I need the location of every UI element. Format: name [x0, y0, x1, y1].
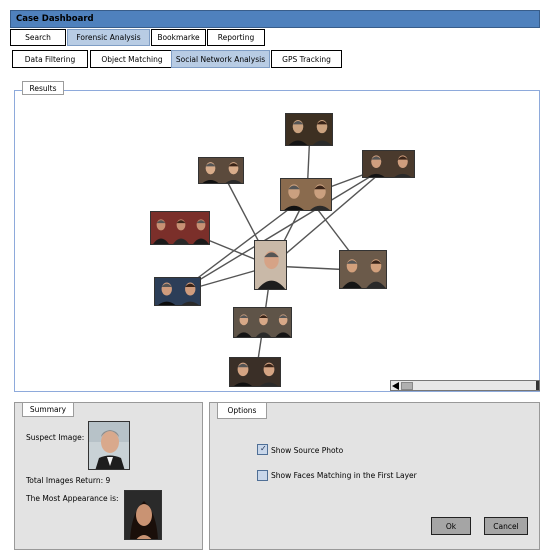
graph-node-photo[interactable]: [198, 157, 244, 184]
graph-node-photo[interactable]: [233, 307, 292, 338]
suspect-image-label: Suspect Image:: [26, 433, 85, 442]
window-title: Case Dashboard: [16, 14, 94, 24]
tab-social-network-analysis[interactable]: Social Network Analysis: [171, 50, 270, 68]
tab-search[interactable]: Search: [10, 29, 66, 46]
graph-node-photo[interactable]: [229, 357, 281, 387]
graph-node-photo[interactable]: [280, 178, 332, 211]
tab-forensic-analysis[interactable]: Forensic Analysis: [67, 29, 150, 46]
summary-label: Summary: [22, 402, 74, 417]
graph-node-photo[interactable]: [154, 277, 201, 306]
tab-bookmarke[interactable]: Bookmarke: [151, 29, 206, 46]
show-source-photo-label: Show Source Photo: [271, 446, 344, 455]
graph-node-photo[interactable]: [362, 150, 415, 178]
graph-node-photo[interactable]: [339, 250, 387, 289]
tab-object-matching[interactable]: Object Matching: [90, 50, 174, 68]
tab-data-filtering[interactable]: Data Filtering: [12, 50, 88, 68]
options-label: Options: [217, 402, 267, 419]
show-faces-matching-label: Show Faces Matching in the First Layer: [271, 471, 417, 480]
cancel-button[interactable]: Cancel: [484, 517, 528, 535]
show-faces-matching-checkbox[interactable]: [257, 470, 268, 481]
title-bar: Case Dashboard: [10, 10, 540, 28]
horizontal-scrollbar[interactable]: [390, 380, 540, 391]
graph-node-suspect-photo[interactable]: [254, 240, 287, 290]
most-appearance-label: The Most Appearance is:: [26, 494, 119, 503]
results-label: Results: [22, 81, 64, 95]
tab-reporting[interactable]: Reporting: [207, 29, 265, 46]
graph-node-photo[interactable]: [285, 113, 333, 146]
most-appearance-photo: [124, 490, 162, 540]
show-source-photo-checkbox[interactable]: ✓: [257, 444, 268, 455]
graph-node-photo[interactable]: [150, 211, 210, 245]
scroll-thumb[interactable]: [401, 382, 413, 390]
scroll-left-arrow-icon[interactable]: [392, 382, 399, 390]
scroll-right-end[interactable]: [536, 381, 539, 390]
checkmark-icon: ✓: [260, 444, 267, 453]
ok-button[interactable]: Ok: [431, 517, 471, 535]
tab-gps-tracking[interactable]: GPS Tracking: [271, 50, 342, 68]
total-images-label: Total Images Return: 9: [26, 476, 111, 485]
suspect-image-photo: [88, 421, 130, 470]
